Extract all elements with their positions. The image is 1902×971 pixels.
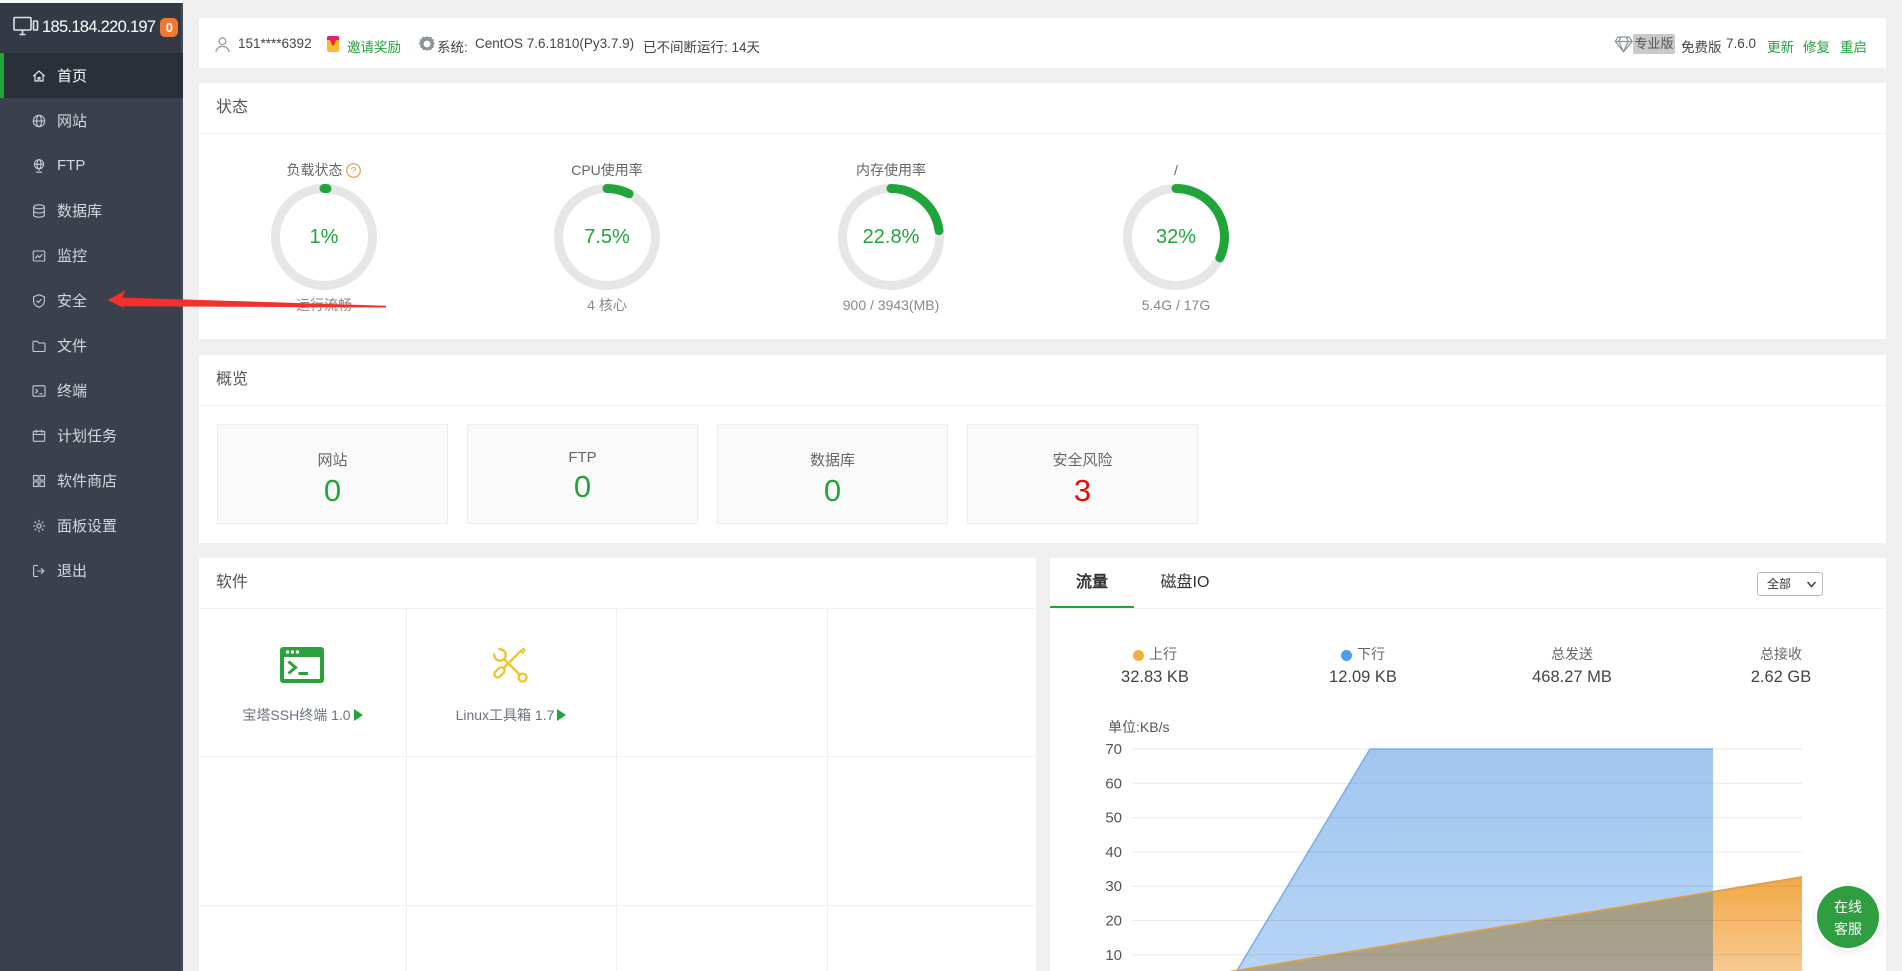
svg-text:单位:KB/s: 单位:KB/s bbox=[1108, 719, 1169, 735]
svg-text:20: 20 bbox=[1105, 913, 1122, 930]
svg-text:30: 30 bbox=[1105, 878, 1122, 895]
svg-text:60: 60 bbox=[1105, 775, 1122, 792]
svg-text:10: 10 bbox=[1105, 947, 1122, 964]
svg-text:?: ? bbox=[351, 166, 357, 177]
svg-text:50: 50 bbox=[1105, 810, 1122, 827]
svg-text:40: 40 bbox=[1105, 844, 1122, 861]
svg-text:70: 70 bbox=[1105, 741, 1122, 758]
